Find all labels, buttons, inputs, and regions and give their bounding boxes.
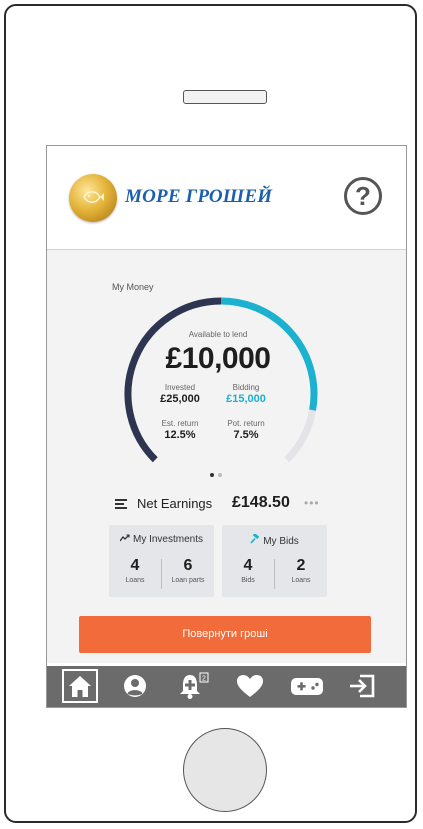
investments-loan-parts-label: Loan parts (171, 577, 205, 584)
tab-games[interactable] (290, 672, 323, 700)
my-investments-label: My Investments (132, 534, 204, 545)
more-options-icon[interactable]: ••• (304, 496, 320, 510)
net-earnings-value: £148.50 (232, 494, 290, 511)
my-bids-tile[interactable]: My Bids 4 Bids 2 Loans (222, 525, 327, 597)
my-investments-tile[interactable]: My Investments 4 Loans 6 Loan parts (109, 525, 214, 597)
invested-label: Invested (164, 383, 196, 392)
bids-count-label: Bids (241, 577, 255, 584)
available-amount: £10,000 (165, 342, 271, 375)
logout-icon (350, 674, 375, 698)
list-lines-icon (115, 499, 127, 509)
phone-frame: МОРЕ ГРОШЕЙ ? My Money Available to lend… (4, 4, 417, 823)
gamepad-icon (291, 678, 323, 695)
invested-value: £25,000 (160, 393, 200, 405)
my-bids-title: My Bids (222, 534, 327, 547)
home-icon (69, 676, 91, 697)
notifications-icon: 2 (180, 672, 209, 699)
investments-loans-label: Loans (125, 577, 145, 584)
est-return-value: 12.5% (164, 429, 196, 441)
tab-logout[interactable] (347, 672, 377, 700)
gavel-icon (250, 534, 260, 544)
bids-count: 4 (243, 557, 253, 574)
notifications-badge: 2 (202, 676, 206, 683)
withdraw-money-button[interactable]: Повернути гроші (79, 616, 371, 653)
est-return-label: Est. return (161, 419, 199, 428)
logo-coin-icon (69, 174, 117, 222)
net-earnings-row[interactable]: Net Earnings £148.50 ••• (115, 494, 355, 514)
bidding-label: Bidding (232, 383, 260, 392)
my-bids-label: My Bids (263, 536, 299, 547)
tab-favorites[interactable] (235, 672, 265, 700)
ring-track (284, 409, 317, 463)
my-investments-title: My Investments (109, 534, 214, 545)
investments-loan-parts-count: 6 (183, 557, 193, 574)
bidding-stat: Bidding £15,000 (216, 383, 276, 405)
card-pager[interactable] (210, 464, 226, 482)
bids-loans-col: 2 Loans (275, 557, 327, 584)
bids-count-col: 4 Bids (222, 557, 274, 584)
trend-up-icon (119, 534, 130, 542)
logo-text: МОРЕ ГРОШЕЙ (125, 186, 273, 207)
tab-home[interactable] (62, 669, 98, 703)
bids-loans-label: Loans (291, 577, 311, 584)
pot-return-value: 7.5% (233, 429, 259, 441)
bottom-tab-bar: 2 (47, 666, 406, 707)
help-button[interactable]: ? (344, 177, 382, 215)
bids-loans-count: 2 (296, 557, 306, 574)
my-money-title: My Money (112, 282, 154, 292)
pot-return-stat: Pot. return 7.5% (216, 419, 276, 441)
app-screen: МОРЕ ГРОШЕЙ ? My Money Available to lend… (46, 145, 407, 708)
tab-notifications[interactable]: 2 (175, 672, 209, 700)
investments-loan-parts: 6 Loan parts (162, 557, 214, 584)
phone-speaker (183, 90, 267, 104)
pager-dot[interactable] (218, 473, 222, 477)
pager-dot-active[interactable] (210, 473, 214, 477)
pot-return-label: Pot. return (227, 419, 265, 428)
investments-loans-count: 4 (130, 557, 140, 574)
investments-loans: 4 Loans (109, 557, 161, 584)
est-return-stat: Est. return 12.5% (150, 419, 210, 441)
heart-icon (237, 675, 263, 697)
bidding-value: £15,000 (226, 393, 266, 405)
fish-emblem-icon (83, 190, 104, 204)
phone-home-button[interactable] (183, 728, 267, 812)
available-label: Available to lend (188, 330, 248, 339)
net-earnings-label: Net Earnings (137, 496, 213, 511)
profile-icon (124, 675, 146, 697)
invested-stat: Invested £25,000 (150, 383, 210, 405)
tab-profile[interactable] (120, 672, 150, 700)
app-header: МОРЕ ГРОШЕЙ ? (47, 146, 406, 250)
